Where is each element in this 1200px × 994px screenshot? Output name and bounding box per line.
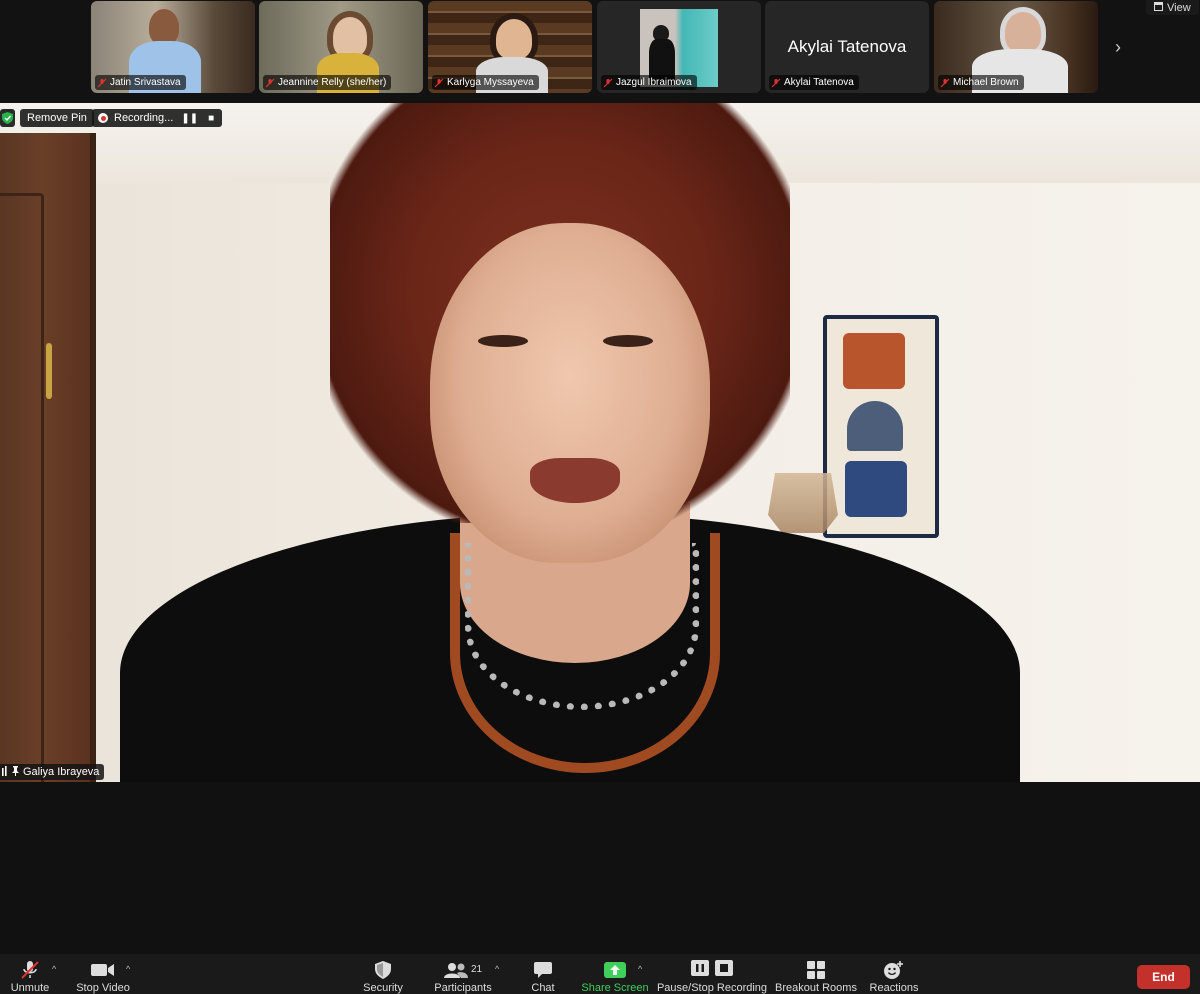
mic-muted-icon xyxy=(265,78,275,88)
speaker-mouth xyxy=(530,458,620,503)
breakout-rooms-button[interactable]: Breakout Rooms xyxy=(775,954,857,994)
participant-strip: Jatin Srivastava Jeannine Relly (she/her… xyxy=(0,0,1200,102)
view-button[interactable]: View xyxy=(1146,0,1199,15)
participant-tile-jatin-srivastava[interactable]: Jatin Srivastava xyxy=(91,1,255,93)
pause-stop-recording-button[interactable]: Pause/Stop Recording xyxy=(657,954,767,994)
participant-big-name: Akylai Tatenova xyxy=(787,37,907,56)
video-camera-icon xyxy=(91,958,115,981)
unmute-button[interactable]: Unmute xyxy=(8,954,52,994)
participants-icon: 21 xyxy=(443,958,483,981)
speaker-name: Galiya Ibrayeva xyxy=(23,766,100,778)
wall-tapestry xyxy=(823,315,939,538)
next-page-arrow-icon[interactable]: › xyxy=(1108,36,1128,58)
mic-muted-icon xyxy=(940,78,950,88)
recording-indicator: Recording... ❚❚ ■ xyxy=(92,109,223,127)
chat-button[interactable]: Chat xyxy=(528,954,558,994)
share-options-chevron-icon[interactable]: ^ xyxy=(638,964,642,974)
audio-options-chevron-icon[interactable]: ^ xyxy=(52,964,56,974)
mic-muted-icon xyxy=(19,958,41,981)
participants-count: 21 xyxy=(470,964,483,975)
participants-button[interactable]: 21 Participants xyxy=(432,954,494,994)
speaker-face xyxy=(430,223,710,563)
mic-muted-icon xyxy=(771,78,781,88)
active-speaker-tag: Galiya Ibrayeva xyxy=(0,764,105,780)
participant-tile-michael-brown[interactable]: Michael Brown xyxy=(934,1,1098,93)
breakout-rooms-grid-icon xyxy=(807,958,825,981)
participant-name-tag: Karlyga Myssayeva xyxy=(432,75,539,90)
participant-name-tag: Jatin Srivastava xyxy=(95,75,186,90)
participant-name-tag: Jazgul Ibraimova xyxy=(601,75,697,90)
security-button[interactable]: Security xyxy=(360,954,406,994)
remove-pin-button[interactable]: Remove Pin xyxy=(20,109,94,127)
participant-tile-akylai-tatenova[interactable]: Akylai Tatenova Akylai Tatenova xyxy=(765,1,929,93)
main-video: Remove Pin Recording... ❚❚ ■ Galiya Ibra… xyxy=(0,103,1200,782)
mic-muted-icon xyxy=(603,78,613,88)
chat-bubble-icon xyxy=(534,958,552,981)
smiley-plus-icon xyxy=(884,958,904,981)
participant-name-tag: Michael Brown xyxy=(938,75,1024,90)
participant-name-tag: Akylai Tatenova xyxy=(769,75,859,90)
share-screen-button[interactable]: Share Screen xyxy=(581,954,649,994)
participant-name-tag: Jeannine Relly (she/her) xyxy=(263,75,392,90)
encryption-shield-icon[interactable] xyxy=(0,109,15,127)
mic-muted-icon xyxy=(97,78,107,88)
stop-icon xyxy=(715,960,733,979)
reactions-button[interactable]: Reactions xyxy=(868,954,920,994)
door-background xyxy=(0,133,96,782)
participant-tile-jazgul-ibraimova[interactable]: Jazgul Ibraimova xyxy=(597,1,761,93)
meeting-toolbar: Unmute ^ Stop Video ^ Security 21 Partic… xyxy=(0,954,1200,994)
silver-necklace xyxy=(465,543,699,710)
pause-recording-icon[interactable]: ❚❚ xyxy=(179,113,200,124)
mic-muted-icon xyxy=(434,78,444,88)
stop-recording-icon[interactable]: ■ xyxy=(206,113,216,124)
participant-tile-jeannine-relly[interactable]: Jeannine Relly (she/her) xyxy=(259,1,423,93)
share-screen-icon xyxy=(604,958,626,981)
grid-view-icon xyxy=(1154,1,1163,14)
video-options-chevron-icon[interactable]: ^ xyxy=(126,964,130,974)
pause-icon xyxy=(691,960,709,979)
audio-level-icon xyxy=(2,765,8,779)
pin-icon xyxy=(11,765,20,779)
participant-tile-karlyga-myssayeva[interactable]: Karlyga Myssayeva xyxy=(428,1,592,93)
end-meeting-button[interactable]: End xyxy=(1137,965,1190,989)
stop-video-button[interactable]: Stop Video xyxy=(76,954,130,994)
recording-dot-icon xyxy=(98,113,108,123)
security-shield-icon xyxy=(375,958,391,981)
participants-options-chevron-icon[interactable]: ^ xyxy=(495,964,499,974)
